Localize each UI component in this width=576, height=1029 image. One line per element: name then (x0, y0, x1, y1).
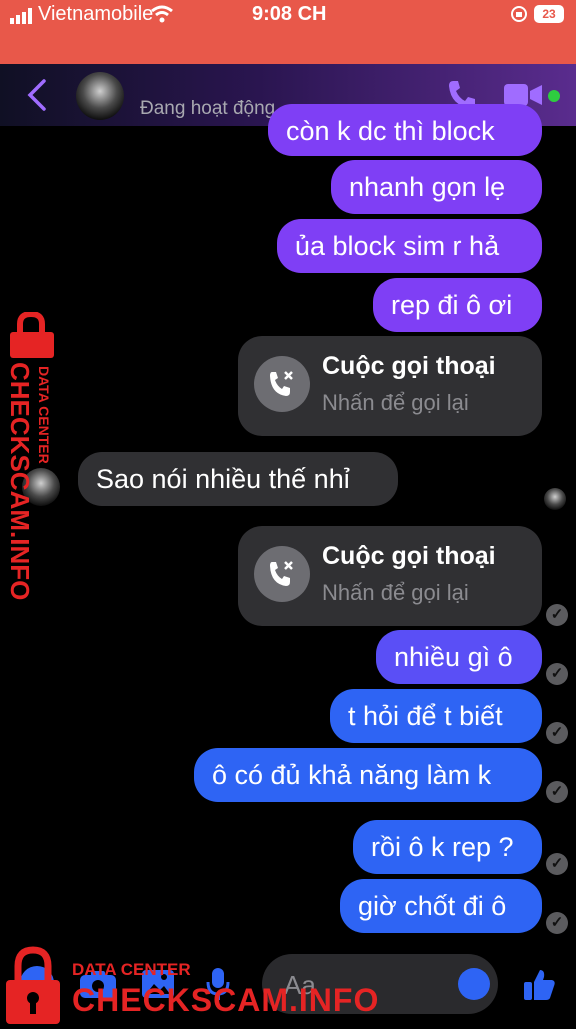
online-dot (548, 90, 560, 102)
read-receipt-avatar (544, 488, 566, 510)
call-title: Cuộc gọi thoại (322, 352, 496, 380)
message-bubble-outgoing[interactable]: rồi ô k rep ? (353, 820, 542, 874)
missed-call-card[interactable]: Cuộc gọi thoại Nhấn để gọi lại (238, 526, 542, 626)
message-bubble-incoming[interactable]: Sao nói nhiều thế nhỉ (78, 452, 398, 506)
sent-check-icon: ✓ (546, 663, 568, 685)
clock: 9:08 CH (252, 3, 327, 25)
wifi-icon (150, 4, 174, 24)
carrier-name: Vietnamobile (38, 3, 154, 25)
presence-status: Đang hoạt động (140, 98, 276, 119)
contact-avatar[interactable] (76, 72, 124, 120)
watermark-side-text: CHECKSCAM.INFO (5, 362, 35, 601)
sent-check-icon: ✓ (546, 781, 568, 803)
message-bubble-outgoing[interactable]: ô có đủ khả năng làm k (194, 748, 542, 802)
missed-call-icon (254, 546, 310, 602)
message-bubble-outgoing[interactable]: rep đi ô ơi (373, 278, 542, 332)
message-bubble-outgoing[interactable]: nhanh gọn lẹ (331, 160, 542, 214)
sent-check-icon: ✓ (546, 722, 568, 744)
message-bubble-outgoing[interactable]: còn k dc thì block (268, 104, 542, 156)
signal-icon (10, 8, 36, 24)
emoji-icon[interactable] (458, 968, 490, 1000)
battery-level: 23 (542, 7, 556, 21)
message-bubble-outgoing[interactable]: t hỏi để t biết (330, 689, 542, 743)
missed-call-card[interactable]: Cuộc gọi thoại Nhấn để gọi lại (238, 336, 542, 436)
message-bubble-outgoing[interactable]: nhiều gì ô (376, 630, 542, 684)
watermark-bottom-lock-icon (2, 944, 64, 1024)
watermark-side-label: DATA CENTER (36, 366, 52, 464)
orientation-lock-icon (510, 5, 528, 23)
call-subtitle: Nhấn để gọi lại (322, 390, 469, 415)
back-chevron-icon[interactable] (26, 78, 48, 112)
call-title: Cuộc gọi thoại (322, 542, 496, 570)
message-bubble-outgoing[interactable]: giờ chốt đi ô (340, 879, 542, 933)
sent-check-icon: ✓ (546, 853, 568, 875)
sent-check-icon: ✓ (546, 604, 568, 626)
sent-check-icon: ✓ (546, 912, 568, 934)
watermark-bottom-text: CHECKSCAM.INFO (72, 982, 380, 1018)
missed-call-icon (254, 356, 310, 412)
watermark-bottom-label: DATA CENTER (72, 960, 191, 979)
message-bubble-outgoing[interactable]: ủa block sim r hả (277, 219, 542, 273)
watermark-lock-icon (2, 310, 60, 358)
like-thumb-icon[interactable] (522, 968, 556, 1002)
call-subtitle: Nhấn để gọi lại (322, 580, 469, 605)
battery-icon: 23 (534, 5, 564, 23)
status-bar: Vietnamobile 9:08 CH 23 (0, 0, 576, 64)
